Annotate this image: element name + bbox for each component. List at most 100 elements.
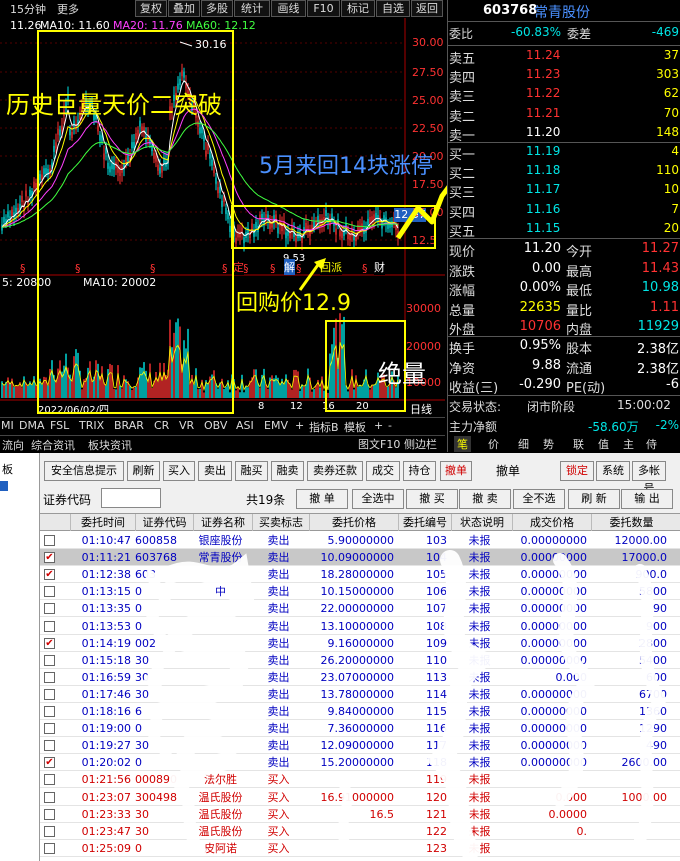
column-header[interactable]: 买卖标志	[252, 514, 309, 531]
table-row[interactable]: 01:19:27 30 卖出 12.09000000 117 未报 0.00000000 49…	[40, 737, 680, 755]
event-label[interactable]: 定	[233, 259, 244, 275]
buy-level[interactable]: 买四 11.16 7	[448, 202, 680, 221]
toolbar-button-row1[interactable]: 撤单	[440, 461, 472, 481]
code-input[interactable]	[101, 488, 161, 508]
table-row[interactable]: 01:23:33 30 温氏股份 买入 16.5 121 未报 0.0000	[40, 805, 680, 823]
row-checkbox[interactable]	[44, 706, 55, 717]
toolbar-button-row1[interactable]: 持仓	[403, 461, 436, 481]
table-row[interactable]: 01:21:56 000890 法尔胜 买入 119 未报	[40, 771, 680, 789]
column-header[interactable]: 委托价格	[309, 514, 398, 531]
indicator-tab[interactable]: +	[374, 419, 383, 432]
column-header[interactable]: 状态说明	[451, 514, 512, 531]
sell-level[interactable]: 卖三 11.22 62	[448, 86, 680, 105]
buy-level[interactable]: 买一 11.19 4	[448, 144, 680, 163]
row-checkbox[interactable]	[44, 654, 55, 666]
row-checkbox[interactable]	[44, 603, 55, 615]
toolbar-button-right[interactable]: 多帐号	[632, 461, 666, 495]
row-checkbox[interactable]: ✔	[44, 569, 55, 581]
sell-level[interactable]: 卖四 11.23 303	[448, 67, 680, 86]
indicator-tab[interactable]: MI	[1, 419, 14, 432]
row-checkbox[interactable]	[44, 825, 55, 837]
toolbar-button-row1[interactable]: 卖券还款	[307, 461, 363, 481]
order-action-button[interactable]: 撤 单	[296, 489, 348, 509]
table-row[interactable]: ✔ 01:20:02 0 卖出 15.20000000 118 未报 0.00000000 26…	[40, 754, 680, 772]
row-checkbox[interactable]	[44, 791, 55, 803]
toolbar-button-row1[interactable]: 刷新	[127, 461, 160, 481]
indicator-tab[interactable]: +	[295, 419, 304, 432]
toolbar-button-row1[interactable]: 融买	[235, 461, 268, 481]
order-action-button[interactable]: 撤 买	[406, 489, 458, 509]
side-tab[interactable]: 侧边栏	[404, 436, 437, 452]
indicator-tab[interactable]: BRAR	[114, 419, 144, 432]
row-checkbox[interactable]	[44, 620, 55, 632]
left-edge-tab[interactable]: 板	[2, 461, 13, 477]
toolbar-button-right[interactable]: 锁定	[560, 461, 594, 481]
table-row[interactable]: ✔ 01:14:19 002 卖出 9.16000000 109 未报 0.00000000 2…	[40, 634, 680, 652]
row-checkbox[interactable]	[44, 535, 55, 546]
indicator-tab[interactable]: CR	[154, 419, 169, 432]
side-tab[interactable]: 势	[543, 436, 554, 452]
toolbar-button-row1[interactable]: 卖出	[198, 461, 232, 481]
toolbar-button-row1[interactable]: 买入	[163, 461, 195, 481]
sell-level[interactable]: 卖二 11.21 70	[448, 106, 680, 125]
column-header[interactable]: 证券代码	[135, 514, 193, 531]
column-header[interactable]: 成交价格	[512, 514, 591, 531]
side-tab[interactable]: 主	[623, 436, 634, 452]
indicator-tab[interactable]: EMV	[264, 419, 288, 432]
side-tab[interactable]: 侍	[646, 436, 657, 452]
table-row[interactable]: ✔ 01:12:38 603 卖出 18.28000000 105 未报 0.00000000…	[40, 566, 680, 584]
table-row[interactable]: 01:23:07 300498 温氏股份 买入 16.91000000 120 未报 0.00…	[40, 788, 680, 806]
buy-level[interactable]: 买二 11.18 110	[448, 163, 680, 182]
info-tab[interactable]: 综合资讯	[31, 437, 75, 453]
table-row[interactable]: 01:10:47 600858 银座股份 卖出 5.90000000 103 未报 0.000…	[40, 532, 680, 549]
info-tab[interactable]: 板块资讯	[88, 437, 132, 453]
row-checkbox[interactable]: ✔	[44, 637, 55, 649]
table-row[interactable]: 01:25:09 0 皮阿诺 买入 123 未报	[40, 839, 680, 857]
day-line-label[interactable]: 日线	[410, 401, 432, 417]
indicator-tab[interactable]: ASI	[236, 419, 254, 432]
toolbar-button-row1[interactable]: 融卖	[271, 461, 304, 481]
toolbar-button-row1[interactable]: 成交	[366, 461, 400, 481]
table-row[interactable]: ✔ 01:11:21 603768 常青股份 卖出 10.09000000 104 未报 0.0…	[40, 549, 680, 567]
indicator-tab[interactable]: DMA	[19, 419, 45, 432]
row-checkbox[interactable]	[44, 671, 55, 683]
side-tab[interactable]: 值	[598, 436, 609, 452]
table-row[interactable]: 01:23:47 30 温氏股份 买入 122 未报 0.	[40, 822, 680, 840]
row-checkbox[interactable]	[44, 808, 55, 820]
order-action-button[interactable]: 全选中	[352, 489, 404, 509]
side-tab[interactable]: 图文F10	[358, 436, 400, 452]
column-header[interactable]: 委托编号	[398, 514, 451, 531]
row-checkbox[interactable]	[44, 774, 55, 786]
row-checkbox[interactable]: ✔	[44, 757, 55, 769]
table-row[interactable]: 01:13:53 0 卖出 13.10000000 108 未报 0.00000000 900	[40, 617, 680, 635]
indicator-tab[interactable]: -	[388, 419, 392, 432]
event-label[interactable]: 解	[284, 259, 295, 275]
order-action-button[interactable]: 刷 新	[568, 489, 620, 509]
side-tab[interactable]: 笔	[454, 436, 471, 452]
row-checkbox[interactable]	[44, 586, 55, 598]
table-row[interactable]: 01:18:16 6 卖出 9.84000000 115 未报 0.00000000 1360	[40, 703, 680, 720]
indicator-tab[interactable]: FSL	[50, 419, 69, 432]
row-checkbox[interactable]	[44, 723, 55, 735]
table-row[interactable]: 01:19:00 0 卖出 7.36000000 116 未报 0.00000000 1290	[40, 720, 680, 738]
buy-level[interactable]: 买三 11.17 10	[448, 182, 680, 201]
buy-level[interactable]: 买五 11.15 20	[448, 221, 680, 240]
row-checkbox[interactable]	[44, 688, 55, 700]
column-header[interactable]: 委托数量	[591, 514, 671, 531]
side-tab[interactable]: 细	[518, 436, 529, 452]
order-action-button[interactable]: 全不选	[513, 489, 565, 509]
side-tab[interactable]: 价	[488, 436, 499, 452]
indicator-tab[interactable]: 模板	[344, 419, 366, 435]
toolbar-button-right[interactable]: 系统	[596, 461, 630, 481]
order-action-button[interactable]: 撤 卖	[459, 489, 511, 509]
table-row[interactable]: 01:17:46 30 卖出 13.78000000 114 未报 0.00000000 67…	[40, 685, 680, 703]
event-label[interactable]: 财	[374, 259, 385, 275]
event-label[interactable]: 回派	[320, 259, 342, 275]
table-row[interactable]: 01:15:18 30 卖出 26.20000000 110 未报 0.00000000 54…	[40, 651, 680, 669]
indicator-tab[interactable]: OBV	[204, 419, 227, 432]
table-row[interactable]: 01:13:35 0 卖出 22.00000000 107 未报 0.00000000 90	[40, 600, 680, 618]
indicator-tab[interactable]: VR	[179, 419, 194, 432]
indicator-tab[interactable]: TRIX	[79, 419, 104, 432]
sell-level[interactable]: 卖一 11.20 148	[448, 125, 680, 144]
column-header[interactable]: 委托时间	[70, 514, 135, 531]
